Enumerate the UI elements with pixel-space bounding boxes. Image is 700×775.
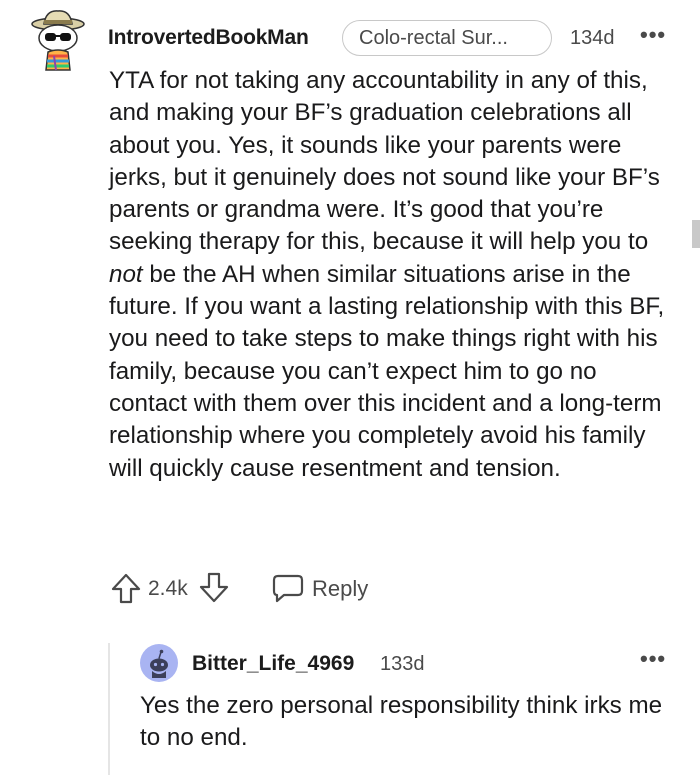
upvote-arrow-icon[interactable] — [108, 570, 144, 606]
comment-age[interactable]: 134d — [570, 27, 615, 50]
reply-header: Bitter_Life_4969 133d ••• — [140, 644, 680, 684]
user-flair: Colo-rectal Sur... — [342, 20, 552, 56]
default-snoo-avatar-icon[interactable] — [140, 644, 178, 682]
avatar-icon[interactable] — [30, 8, 86, 72]
comment-body-text-continued: be the AH when similar situations arise … — [109, 260, 665, 482]
comment-body-emphasis: not — [109, 260, 143, 288]
comment-body: YTA for not taking any accountability in… — [109, 65, 669, 485]
comment-author[interactable]: IntrovertedBookMan — [108, 26, 309, 50]
comment-body-text: YTA for not taking any accountability in… — [109, 67, 660, 256]
vote-count: 2.4k — [148, 577, 188, 600]
thread-line[interactable] — [108, 643, 110, 775]
reply-body: Yes the zero personal responsibility thi… — [140, 692, 663, 752]
downvote-arrow-icon[interactable] — [196, 570, 232, 606]
reply-label: Reply — [312, 576, 369, 601]
scrollbar-thumb[interactable] — [692, 220, 700, 248]
reply-button[interactable]: Reply — [272, 570, 382, 606]
reply-author[interactable]: Bitter_Life_4969 — [192, 652, 354, 676]
more-options-icon[interactable]: ••• — [640, 22, 666, 48]
reply-age[interactable]: 133d — [380, 653, 425, 676]
speech-bubble-icon — [272, 574, 304, 603]
reply-more-options-icon[interactable]: ••• — [640, 646, 666, 672]
comment-actions: 2.4k Reply — [108, 570, 508, 610]
